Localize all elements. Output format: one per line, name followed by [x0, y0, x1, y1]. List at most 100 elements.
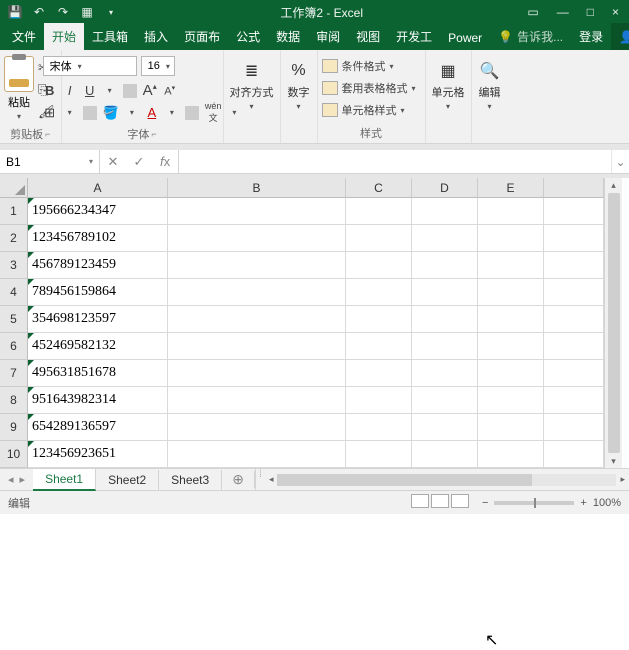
share-button[interactable]: 👤共享	[611, 23, 629, 50]
cell[interactable]	[544, 387, 604, 414]
conditional-format-button[interactable]: 条件格式 ▾	[322, 56, 394, 76]
tab-splitter[interactable]: ⁞	[255, 469, 265, 490]
cell[interactable]	[168, 441, 346, 468]
grow-font-icon[interactable]: A▴	[143, 82, 157, 99]
spreadsheet-grid[interactable]: ABCDE▴▾119566623434721234567891023456789…	[0, 178, 629, 468]
row-header[interactable]: 10	[0, 441, 28, 468]
cell[interactable]: 951643982314	[28, 387, 168, 414]
vertical-scrollbar[interactable]: ▴▾	[604, 178, 622, 468]
cell[interactable]	[412, 360, 478, 387]
zoom-out-icon[interactable]: −	[482, 497, 488, 509]
cell[interactable]	[544, 225, 604, 252]
zoom-in-icon[interactable]: +	[580, 497, 586, 509]
cell-style-button[interactable]: 单元格样式 ▾	[322, 100, 405, 120]
horizontal-scrollbar[interactable]: ◂ ▸	[265, 474, 629, 486]
tab-insert[interactable]: 插入	[136, 23, 176, 50]
select-all-corner[interactable]	[0, 178, 28, 198]
cell[interactable]	[346, 333, 412, 360]
cell[interactable]	[544, 198, 604, 225]
cell[interactable]	[412, 279, 478, 306]
col-header[interactable]: D	[412, 178, 478, 198]
cell[interactable]	[544, 414, 604, 441]
tab-data[interactable]: 数据	[268, 23, 308, 50]
cell[interactable]: 354698123597	[28, 306, 168, 333]
cell[interactable]: 654289136597	[28, 414, 168, 441]
col-header[interactable]	[544, 178, 604, 198]
cell[interactable]	[478, 387, 544, 414]
expand-formula-icon[interactable]: ⌄	[611, 150, 629, 173]
cell[interactable]	[478, 252, 544, 279]
cell[interactable]	[346, 360, 412, 387]
tab-layout[interactable]: 页面布	[176, 23, 228, 50]
number-button[interactable]: %数字▾	[285, 56, 313, 115]
cell[interactable]	[168, 360, 346, 387]
shrink-font-icon[interactable]: A▾	[163, 84, 177, 98]
cell[interactable]	[412, 306, 478, 333]
cell[interactable]	[478, 414, 544, 441]
ribbon-options-icon[interactable]: ▭	[527, 5, 538, 19]
cell[interactable]	[346, 387, 412, 414]
cell[interactable]: 452469582132	[28, 333, 168, 360]
font-color-icon[interactable]: A	[145, 105, 159, 120]
cell[interactable]	[478, 441, 544, 468]
sheet-tab-1[interactable]: Sheet1	[33, 469, 96, 491]
cell[interactable]	[346, 252, 412, 279]
cell[interactable]	[412, 441, 478, 468]
cell[interactable]	[168, 225, 346, 252]
row-header[interactable]: 5	[0, 306, 28, 333]
scrollbar-thumb[interactable]	[608, 193, 620, 453]
name-box[interactable]: B1▾	[0, 150, 100, 173]
row-header[interactable]: 9	[0, 414, 28, 441]
scroll-left-icon[interactable]: ◂	[269, 474, 274, 485]
scroll-down-icon[interactable]: ▾	[611, 454, 616, 468]
close-icon[interactable]: ×	[612, 5, 619, 19]
cell[interactable]: 456789123459	[28, 252, 168, 279]
login-button[interactable]: 登录	[571, 23, 611, 50]
dialog-launcher-icon[interactable]: ⌐	[45, 129, 50, 139]
cell[interactable]	[412, 225, 478, 252]
cancel-icon[interactable]: ✕	[100, 154, 126, 170]
row-header[interactable]: 7	[0, 360, 28, 387]
cell[interactable]	[478, 306, 544, 333]
page-break-view-icon[interactable]	[451, 494, 469, 508]
cell[interactable]: 123456789102	[28, 225, 168, 252]
cell[interactable]	[478, 198, 544, 225]
cell[interactable]	[544, 360, 604, 387]
undo-icon[interactable]: ↶	[32, 5, 46, 19]
tab-formulas[interactable]: 公式	[228, 23, 268, 50]
col-header[interactable]: A	[28, 178, 168, 198]
col-header[interactable]: C	[346, 178, 412, 198]
phonetic-icon[interactable]: wén文	[205, 101, 222, 124]
row-header[interactable]: 1	[0, 198, 28, 225]
underline-icon[interactable]: U	[83, 83, 97, 98]
dialog-launcher-icon[interactable]: ⌐	[151, 129, 156, 139]
normal-view-icon[interactable]	[411, 494, 429, 508]
cell[interactable]	[168, 333, 346, 360]
redo-icon[interactable]: ↷	[56, 5, 70, 19]
cell[interactable]	[478, 279, 544, 306]
tab-view[interactable]: 视图	[348, 23, 388, 50]
fx-icon[interactable]: fx	[152, 154, 178, 169]
cell[interactable]	[412, 333, 478, 360]
tab-developer[interactable]: 开发工	[388, 23, 440, 50]
col-header[interactable]: B	[168, 178, 346, 198]
cell[interactable]	[544, 333, 604, 360]
row-header[interactable]: 8	[0, 387, 28, 414]
cell[interactable]	[168, 387, 346, 414]
cell[interactable]	[412, 387, 478, 414]
zoom-slider[interactable]	[494, 501, 574, 505]
cell[interactable]	[412, 252, 478, 279]
page-layout-view-icon[interactable]	[431, 494, 449, 508]
cell[interactable]	[478, 225, 544, 252]
cell[interactable]	[412, 414, 478, 441]
row-header[interactable]: 4	[0, 279, 28, 306]
alignment-button[interactable]: ≣对齐方式▾	[228, 56, 276, 115]
font-name-combo[interactable]: 宋体▾	[43, 56, 137, 76]
col-header[interactable]: E	[478, 178, 544, 198]
cell[interactable]	[544, 306, 604, 333]
border-icon[interactable]: ⊞	[43, 105, 57, 121]
tab-tools[interactable]: 工具箱	[84, 23, 136, 50]
cell[interactable]: 495631851678	[28, 360, 168, 387]
cell[interactable]	[168, 252, 346, 279]
edit-button[interactable]: 🔍编辑▾	[476, 56, 504, 115]
